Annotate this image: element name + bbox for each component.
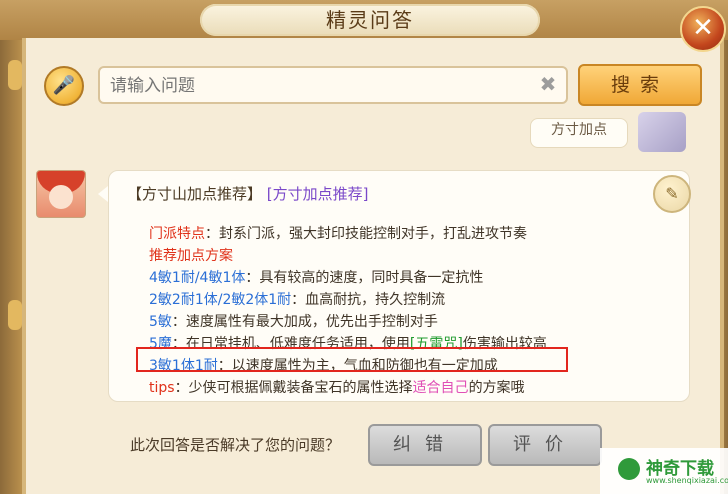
line-prefix: tips: [149, 380, 175, 396]
line-prefix: 2敏2耐1体/2敏2体1耐: [149, 292, 292, 308]
line-prefix: 4敏1耐/4敏1体: [149, 270, 246, 286]
feedback-question: 此次回答是否解决了您的问题？: [130, 436, 341, 454]
search-button[interactable]: 搜索: [578, 64, 702, 106]
answer-line: 4敏1耐/4敏1体：具有较高的速度，同时具备一定抗性: [149, 267, 689, 289]
close-icon: ✕: [692, 13, 714, 43]
search-box: ✖: [98, 66, 568, 104]
answer-title: 【方寸山加点推荐】: [127, 185, 263, 203]
line-text: ：速度属性有最大加成，优先出手控制对手: [171, 314, 438, 330]
answer-header: 【方寸山加点推荐】 [方寸加点推荐]: [127, 183, 369, 204]
microphone-icon: 🎤: [52, 75, 76, 96]
correct-button[interactable]: 纠错: [368, 424, 482, 466]
search-input[interactable]: [108, 68, 532, 104]
highlight-link[interactable]: 适合自己: [413, 380, 469, 396]
answer-line: 2敏2耐1体/2敏2体1耐：血高耐抗，持久控制流: [149, 289, 689, 311]
rail-knob: [8, 60, 22, 90]
answer-line: 推荐加点方案: [149, 245, 689, 267]
close-button[interactable]: ✕: [680, 6, 726, 52]
user-question-bubble: 方寸加点: [530, 118, 628, 148]
line-prefix: 门派特点: [149, 226, 205, 242]
answer-body: 门派特点：封系门派，强大封印技能控制对手，打乱进攻节奏 推荐加点方案 4敏1耐/…: [149, 223, 689, 399]
notebook-icon[interactable]: ✎: [653, 175, 691, 213]
line-prefix: 5敏: [149, 314, 172, 330]
bubble-tail: [98, 186, 108, 202]
watermark: 神奇下载 www.shenqixiazai.com: [600, 448, 728, 494]
annotation-highlight-box: [136, 347, 568, 372]
line-prefix: 推荐加点方案: [149, 248, 233, 264]
voice-input-button[interactable]: 🎤: [44, 66, 84, 106]
user-avatar: [638, 112, 686, 152]
left-rail: [0, 40, 22, 494]
answer-line: 5敏：速度属性有最大加成，优先出手控制对手: [149, 311, 689, 333]
answer-line: 门派特点：封系门派，强大封印技能控制对手，打乱进攻节奏: [149, 223, 689, 245]
answer-line: tips：少侠可根据佩戴装备宝石的属性选择适合自己的方案哦: [149, 377, 689, 399]
line-text: ：血高耐抗，持久控制流: [291, 292, 446, 308]
answer-header-link[interactable]: [方寸加点推荐]: [267, 185, 369, 203]
clear-icon[interactable]: ✖: [536, 72, 560, 96]
line-text: ：少侠可根据佩戴装备宝石的属性选择: [174, 380, 413, 396]
line-text: 的方案哦: [468, 380, 525, 396]
line-text: ：具有较高的速度，同时具备一定抗性: [245, 270, 484, 286]
watermark-url: www.shenqixiazai.com: [646, 476, 728, 485]
rate-button[interactable]: 评价: [488, 424, 602, 466]
dialog-title: 精灵问答: [200, 4, 540, 36]
line-text: ：封系门派，强大封印技能控制对手，打乱进攻节奏: [205, 226, 527, 242]
rail-knob: [8, 300, 22, 330]
avatar-face: [49, 185, 73, 209]
watermark-logo-icon: [618, 458, 640, 480]
bot-avatar: [36, 170, 86, 218]
